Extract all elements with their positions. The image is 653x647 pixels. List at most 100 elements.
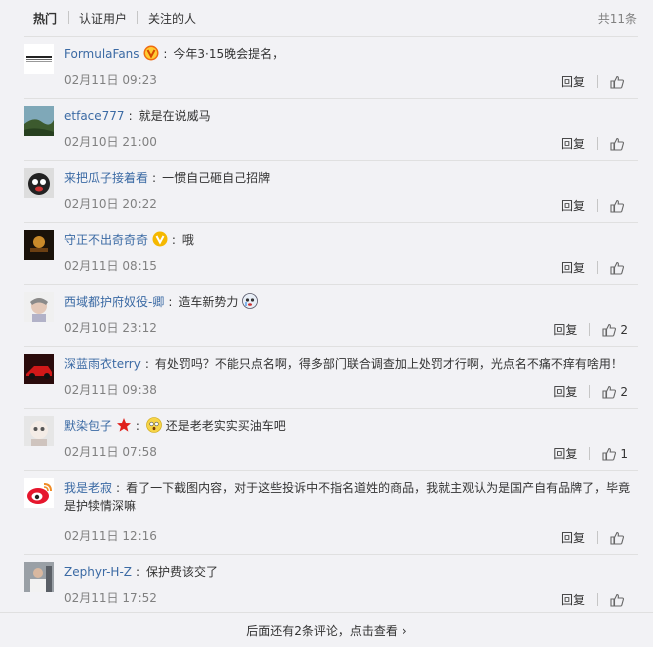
comment-username[interactable]: 默染包子 (64, 419, 112, 433)
comment-time: 02月11日 09:38 (64, 383, 157, 397)
tab-following[interactable]: 关注的人 (148, 10, 196, 27)
like-button[interactable] (610, 593, 628, 607)
comment-time: 02月10日 21:00 (64, 135, 157, 149)
divider (597, 531, 598, 544)
comment-item: etface777: 就是在说威马 02月10日 21:00 回复 (24, 98, 638, 160)
reply-button[interactable]: 回复 (553, 321, 577, 338)
comment-username[interactable]: 深蓝雨衣terry (64, 357, 141, 371)
divider (597, 199, 598, 212)
like-button[interactable]: 2 (602, 323, 628, 337)
comment-username[interactable]: etface777 (64, 109, 125, 123)
comment-item: Zephyr-H-Z: 保护费该交了 02月11日 17:52 回复 (24, 554, 638, 616)
comment-text: 哦 (181, 233, 194, 247)
tab-divider (68, 11, 69, 24)
comment-text: 有处罚吗？不能只点名啊，得多部门联合调查加上处罚才行啊，光点名不痛不痒有啥用！ (154, 357, 623, 371)
thumbs-up-icon (602, 385, 617, 399)
like-button[interactable] (610, 137, 628, 151)
tab-hot[interactable]: 热门 (33, 10, 57, 27)
like-button[interactable]: 2 (602, 385, 628, 399)
avatar[interactable] (24, 292, 54, 322)
comment-text: 看了一下截图内容，对于这些投诉中不指名道姓的商品，我就主观认为是国产自有品牌了，… (64, 481, 631, 513)
like-button[interactable] (610, 75, 628, 89)
divider (589, 323, 591, 336)
comment-username[interactable]: Zephyr-H-Z (64, 565, 132, 579)
comment-tabs: 热门 认证用户 关注的人 共11条 (0, 0, 653, 36)
comment-time: 02月10日 23:12 (64, 321, 157, 335)
like-count: 1 (620, 446, 628, 461)
thumbs-up-icon (610, 261, 624, 275)
orange-v-badge-icon (143, 45, 159, 61)
avatar[interactable] (24, 416, 54, 446)
avatar[interactable] (24, 354, 54, 384)
divider (589, 447, 591, 460)
comment-item: 深蓝雨衣terry: 有处罚吗？不能只点名啊，得多部门联合调查加上处罚才行啊，光点… (24, 346, 638, 408)
crying-face-emoji-icon (242, 293, 259, 309)
thumbs-up-icon (610, 531, 624, 545)
reply-button[interactable]: 回复 (553, 445, 577, 462)
thumbs-up-icon (602, 323, 617, 337)
reply-button[interactable]: 回复 (553, 383, 577, 400)
comment-text: 造车新势力 (178, 295, 239, 309)
avatar[interactable] (24, 168, 54, 198)
comment-time: 02月11日 08:15 (64, 259, 157, 273)
like-button[interactable] (610, 199, 628, 213)
reply-button[interactable]: 回复 (561, 73, 585, 90)
yellow-v-badge-icon (152, 231, 168, 247)
comment-username[interactable]: 来把瓜子接着看 (64, 171, 148, 185)
comment-list: FormulaFans : 今年3·15晚会提名， 02月11日 09:23 回复… (24, 36, 638, 616)
comment-text: 就是在说威马 (138, 109, 211, 123)
comment-username[interactable]: 西域都护府奴役-卿 (64, 295, 164, 309)
avatar[interactable] (24, 106, 54, 136)
comment-text: 还是老老实实买油车吧 (165, 419, 286, 433)
comment-username[interactable]: 我是老寂 (64, 481, 112, 495)
comment-item: 来把瓜子接着看: 一惯自己砸自己招牌 02月10日 20:22 回复 (24, 160, 638, 222)
thumbs-up-icon (610, 137, 624, 151)
like-button[interactable] (610, 531, 628, 545)
comment-time: 02月11日 17:52 (64, 591, 157, 605)
tab-verified-users[interactable]: 认证用户 (79, 10, 127, 27)
comment-time: 02月11日 07:58 (64, 445, 157, 459)
reply-button[interactable]: 回复 (561, 259, 585, 276)
divider (597, 75, 598, 88)
comment-item: 西域都护府奴役-卿: 造车新势力 02月10日 23:12 回复 2 (24, 284, 638, 346)
comment-time: 02月10日 20:22 (64, 197, 157, 211)
reply-button[interactable]: 回复 (561, 591, 585, 608)
thumbs-up-icon (602, 447, 617, 461)
like-count: 2 (620, 384, 628, 399)
comment-item: 默染包子 : 还是老老实实买油车吧 02月11日 07:58 回复 1 (24, 408, 638, 470)
reply-button[interactable]: 回复 (561, 135, 585, 152)
avatar[interactable] (24, 562, 54, 592)
comment-time: 02月11日 09:23 (64, 73, 157, 87)
tab-divider (137, 11, 138, 24)
divider (597, 137, 598, 150)
comment-time: 02月11日 12:16 (64, 529, 157, 543)
comment-text: 保护费该交了 (146, 565, 219, 579)
comment-username[interactable]: 守正不出奇奇奇 (64, 233, 148, 247)
like-button[interactable] (610, 261, 628, 275)
reply-button[interactable]: 回复 (561, 529, 585, 546)
smirk-emoji-icon (146, 417, 162, 433)
like-button[interactable]: 1 (602, 447, 628, 461)
avatar[interactable] (24, 44, 54, 74)
thumbs-up-icon (610, 199, 624, 213)
red-star-badge-icon (116, 417, 132, 433)
avatar[interactable] (24, 230, 54, 260)
load-more-comments-link[interactable]: 后面还有2条评论，点击查看 › (0, 612, 653, 647)
thumbs-up-icon (610, 75, 624, 89)
like-count: 2 (620, 322, 628, 337)
comment-username[interactable]: FormulaFans (64, 47, 140, 61)
thumbs-up-icon (610, 593, 624, 607)
divider (589, 385, 591, 398)
comment-item: 守正不出奇奇奇 :哦 02月11日 08:15 回复 (24, 222, 638, 284)
chevron-right-icon: › (401, 624, 407, 638)
comment-item: 我是老寂: 看了一下截图内容，对于这些投诉中不指名道姓的商品，我就主观认为是国产自… (24, 470, 638, 554)
divider (597, 261, 598, 274)
comment-text: 今年3·15晚会提名， (173, 47, 285, 61)
reply-button[interactable]: 回复 (561, 197, 585, 214)
avatar[interactable] (24, 478, 54, 508)
load-more-label: 后面还有2条评论，点击查看 (246, 624, 398, 638)
comment-total-count: 共11条 (597, 12, 637, 26)
comment-text: 一惯自己砸自己招牌 (162, 171, 271, 185)
divider (597, 593, 598, 606)
comment-item: FormulaFans : 今年3·15晚会提名， 02月11日 09:23 回复 (24, 36, 638, 98)
